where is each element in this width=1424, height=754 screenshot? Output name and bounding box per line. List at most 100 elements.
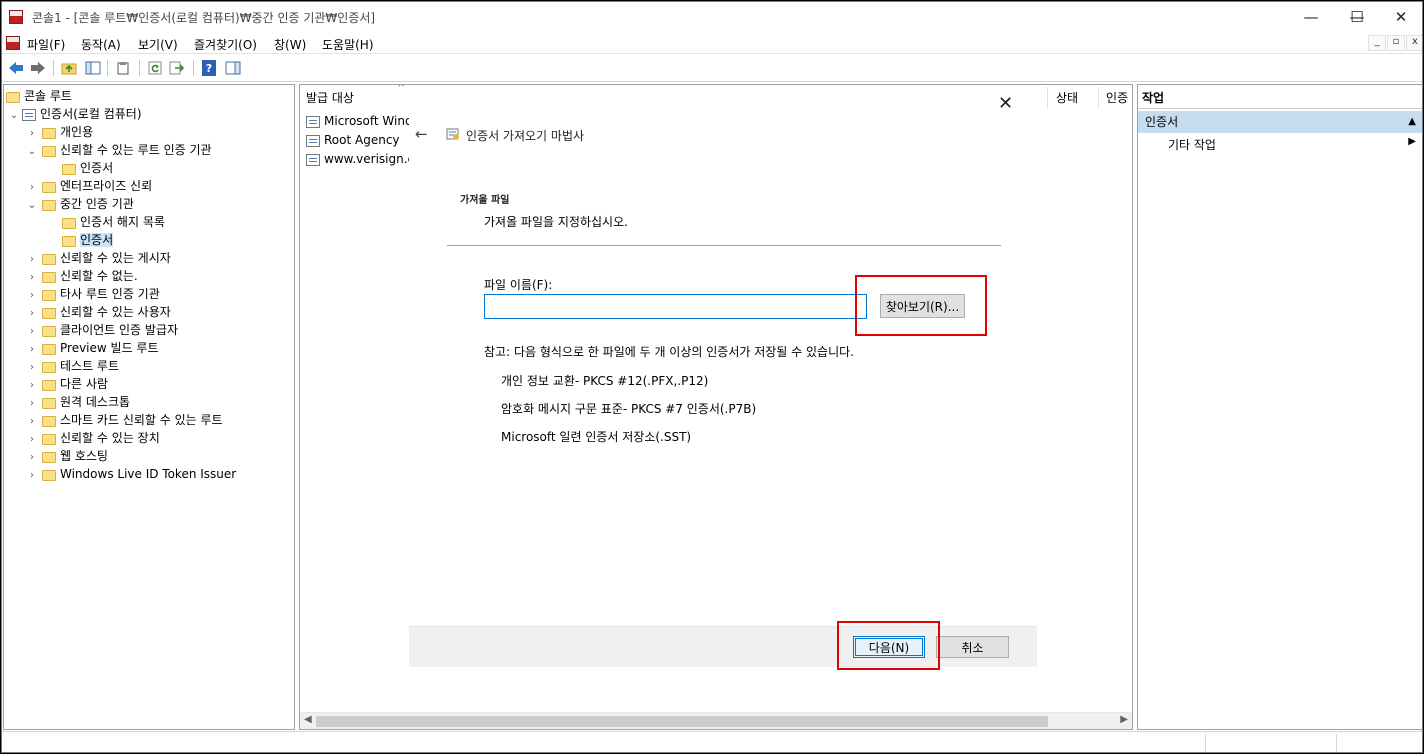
tree-item[interactable]: › 클라이언트 인증 발급자 <box>26 321 178 339</box>
tree-item-label: 인증서 해지 목록 <box>80 215 165 229</box>
menu-action[interactable]: 동작(A) <box>81 36 121 53</box>
column-header-cert[interactable]: 인증 <box>1106 89 1128 106</box>
chevron-down-icon[interactable]: ⌄ <box>8 107 20 125</box>
file-name-label: 파일 이름(F): <box>484 278 553 292</box>
menu-window[interactable]: 창(W) <box>274 36 306 53</box>
export-list-icon[interactable] <box>167 59 187 77</box>
tree-item-label: 인증서 <box>80 233 114 247</box>
back-arrow-icon[interactable] <box>6 59 26 77</box>
list-item[interactable]: www.verisign.cc <box>304 152 421 166</box>
tree-item-label: 스마트 카드 신뢰할 수 있는 루트 <box>60 413 223 427</box>
tree-item-certificates-local[interactable]: ⌄ 인증서(로컬 컴퓨터) <box>8 105 142 123</box>
menu-favorites[interactable]: 즐겨찾기(O) <box>194 36 257 53</box>
horizontal-scrollbar[interactable]: ◀ ▶ <box>300 712 1132 729</box>
folder-icon <box>42 433 56 445</box>
menu-view[interactable]: 보기(V) <box>138 36 178 53</box>
clipboard-icon[interactable] <box>113 59 133 77</box>
console-icon[interactable] <box>6 36 20 50</box>
tree-item-label: Windows Live ID Token Issuer <box>60 467 237 481</box>
column-header-status[interactable]: 상태 <box>1056 89 1078 106</box>
folder-icon <box>42 181 56 193</box>
tree-item-label: 신뢰할 수 있는 루트 인증 기관 <box>60 143 212 157</box>
column-header-issued-to[interactable]: 발급 대상 <box>306 89 354 106</box>
folder-icon <box>42 307 56 319</box>
help-icon[interactable]: ? <box>199 59 219 77</box>
tree-item[interactable]: › 개인용 <box>26 123 93 141</box>
minimize-button-alt[interactable]: — <box>1288 2 1334 32</box>
tree-item[interactable]: ⌄ 신뢰할 수 있는 루트 인증 기관 <box>26 141 212 159</box>
wizard-page-subheading: 가져올 파일을 지정하십시오. <box>484 215 628 229</box>
actions-section-certificates[interactable]: 인증서 ▲ <box>1138 111 1422 133</box>
tree-item[interactable]: › 테스트 루트 <box>26 357 119 375</box>
tree-item[interactable]: › 신뢰할 수 없는. <box>26 267 138 285</box>
show-hide-tree-icon[interactable] <box>83 59 103 77</box>
certificate-icon <box>306 135 320 147</box>
folder-icon <box>42 289 56 301</box>
tree-item[interactable]: 인증서 <box>46 231 114 249</box>
scrollbar-thumb[interactable] <box>316 716 1048 727</box>
certificate-store-icon <box>22 109 36 121</box>
child-close-button[interactable]: x <box>1406 35 1422 51</box>
browse-button[interactable]: 찾아보기(R)... <box>880 294 965 318</box>
tree-item[interactable]: › 다른 사람 <box>26 375 108 393</box>
tree-item[interactable]: › 웹 호스팅 <box>26 447 108 465</box>
mmc-window: 콘솔1 - [콘솔 루트₩인증서(로컬 컴퓨터)₩중간 인증 기관₩인증서] —… <box>1 1 1423 753</box>
up-folder-icon[interactable] <box>59 59 79 77</box>
tree-item[interactable]: › 원격 데스크톱 <box>26 393 130 411</box>
title-bar: 콘솔1 - [콘솔 루트₩인증서(로컬 컴퓨터)₩중간 인증 기관₩인증서] — <box>2 2 1422 32</box>
console-tree: 콘솔 루트 ⌄ 인증서(로컬 컴퓨터) › 개인용 ⌄ 신뢰할 수 있는 루트 인증 기… <box>3 84 295 730</box>
child-minimize-button[interactable]: _ <box>1368 35 1386 51</box>
tree-item[interactable]: › Windows Live ID Token Issuer <box>26 465 236 483</box>
tree-item-label: 웹 호스팅 <box>60 449 108 463</box>
tree-item-label: 다른 사람 <box>60 377 108 391</box>
tree-item[interactable]: › 신뢰할 수 있는 장치 <box>26 429 160 447</box>
folder-icon <box>42 415 56 427</box>
tree-item[interactable]: › 신뢰할 수 있는 사용자 <box>26 303 171 321</box>
forward-arrow-icon[interactable] <box>28 59 48 77</box>
sort-caret-icon: ^ <box>397 84 406 94</box>
list-item[interactable]: Root Agency <box>304 133 400 147</box>
menu-file[interactable]: 파일(F) <box>27 36 65 53</box>
show-hide-action-icon[interactable] <box>223 59 243 77</box>
folder-icon <box>42 127 56 139</box>
format-note: 참고: 다음 형식으로 한 파일에 두 개 이상의 인증서가 저장될 수 있습니… <box>484 345 854 359</box>
menu-bar: 파일(F) 동작(A) 보기(V) 즐겨찾기(O) 창(W) 도움말(H) _ … <box>2 32 1422 54</box>
folder-icon <box>42 145 56 157</box>
close-icon[interactable]: ✕ <box>998 93 1013 114</box>
tree-item[interactable]: › 신뢰할 수 있는 게시자 <box>26 249 171 267</box>
back-arrow-icon[interactable]: ← <box>415 125 428 143</box>
file-name-input[interactable] <box>484 294 867 319</box>
folder-icon <box>42 271 56 283</box>
tree-item[interactable]: › 타사 루트 인증 기관 <box>26 285 160 303</box>
window-title: 콘솔1 - [콘솔 루트₩인증서(로컬 컴퓨터)₩중간 인증 기관₩인증서] <box>32 11 376 25</box>
chevron-down-icon[interactable]: ⌄ <box>26 197 38 215</box>
tree-item-label: 중간 인증 기관 <box>60 197 134 211</box>
child-restore-button[interactable]: ▫ <box>1387 35 1405 51</box>
toolbar: ? <box>2 55 1422 82</box>
list-item[interactable]: Microsoft Windo <box>304 114 420 128</box>
folder-icon <box>42 325 56 337</box>
collapse-triangle-icon[interactable]: ▲ <box>1408 111 1416 133</box>
chevron-right-icon[interactable]: › <box>26 467 38 485</box>
tree-item[interactable]: › Preview 빌드 루트 <box>26 339 159 357</box>
tree-item[interactable]: › 스마트 카드 신뢰할 수 있는 루트 <box>26 411 223 429</box>
tree-item[interactable]: › 엔터프라이즈 신뢰 <box>26 177 152 195</box>
tree-item[interactable]: ⌄ 중간 인증 기관 <box>26 195 134 213</box>
actions-pane: 작업 인증서 ▲ 기타 작업 ▶ <box>1137 84 1422 730</box>
submenu-arrow-icon[interactable]: ▶ <box>1408 136 1416 147</box>
scroll-right-icon[interactable]: ▶ <box>1120 714 1128 725</box>
close-button[interactable]: ✕ <box>1378 2 1422 32</box>
tree-item[interactable]: 인증서 <box>46 159 113 177</box>
tree-item-console-root[interactable]: 콘솔 루트 <box>6 87 72 105</box>
format-p7b: 암호화 메시지 구문 표준- PKCS #7 인증서(.P7B) <box>501 402 757 416</box>
next-button[interactable]: 다음(N) <box>853 636 925 658</box>
maximize-button[interactable]: ☐ <box>1334 2 1380 32</box>
more-actions-item[interactable]: 기타 작업 <box>1168 136 1216 153</box>
refresh-icon[interactable] <box>145 59 165 77</box>
tree-item[interactable]: 인증서 해지 목록 <box>46 213 165 231</box>
chevron-down-icon[interactable]: ⌄ <box>26 143 38 161</box>
folder-icon <box>42 379 56 391</box>
menu-help[interactable]: 도움말(H) <box>322 36 374 53</box>
scroll-left-icon[interactable]: ◀ <box>304 714 312 725</box>
cancel-button[interactable]: 취소 <box>936 636 1009 658</box>
